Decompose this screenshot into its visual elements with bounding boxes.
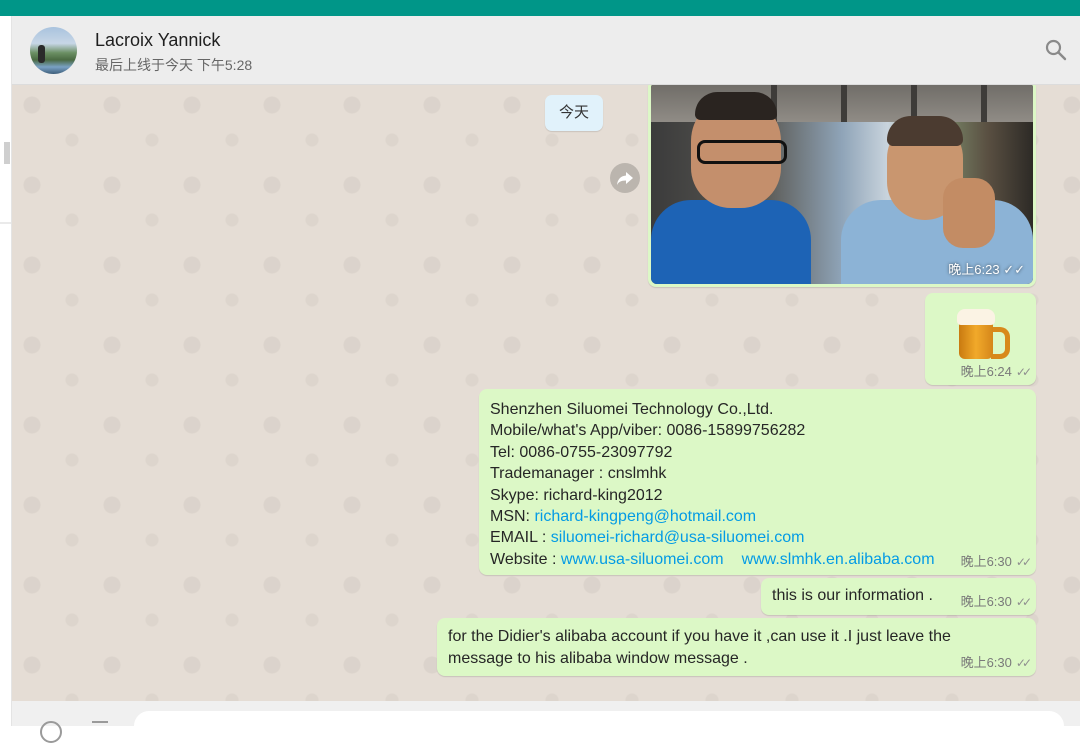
message-meta: 晚上6:24 ✓✓	[960, 361, 1032, 380]
message-meta: 晚上6:30 ✓✓	[960, 551, 1032, 570]
divider	[0, 222, 11, 224]
scrollbar-thumb[interactable]	[4, 142, 10, 164]
email-line: EMAIL : siluomei-richard@usa-siluomei.co…	[490, 527, 935, 548]
tel-line: Tel: 0086-0755-23097792	[490, 443, 673, 461]
message-text: for the Didier's alibaba account if you …	[448, 628, 951, 667]
read-receipt-icon: ✓✓	[1015, 595, 1032, 609]
message-time: 晚上6:30	[960, 554, 1012, 569]
forward-button[interactable]	[610, 163, 640, 193]
message-meta: 晚上6:30 ✓✓	[960, 652, 1032, 671]
message-composer	[12, 701, 1080, 743]
emoji-message[interactable]: 晚上6:24 ✓✓	[925, 293, 1036, 385]
read-receipt-icon: ✓✓	[1003, 262, 1025, 277]
contact-info-message[interactable]: Shenzhen Siluomei Technology Co.,Ltd. Mo…	[479, 389, 1036, 575]
chat-header: Lacroix Yannick 最后上线于今天 下午5:28	[12, 16, 1080, 85]
beer-mug-icon	[957, 307, 1010, 361]
website-label: Website :	[490, 550, 561, 568]
forward-icon	[617, 172, 633, 185]
chat-area[interactable]: 今天 晚上6:23 ✓✓ 晚上6:24 ✓✓ Shenzhen Siluomei…	[12, 85, 1080, 701]
message-time: 晚上6:30	[960, 594, 1012, 609]
contact-name[interactable]: Lacroix Yannick	[95, 30, 220, 51]
website-line: Website : www.usa-siluomei.com www.slmhk.…	[490, 549, 935, 570]
text-message[interactable]: this is our information . 晚上6:30 ✓✓	[761, 578, 1036, 615]
skype-line: Skype: richard-king2012	[490, 486, 663, 504]
search-icon	[1045, 39, 1067, 61]
mobile-line: Mobile/what's App/viber: 0086-1589975628…	[490, 422, 806, 440]
photo-message[interactable]: 晚上6:23 ✓✓	[648, 85, 1036, 287]
message-text: this is our information .	[772, 587, 933, 604]
website-link-usa[interactable]: www.usa-siluomei.com	[561, 551, 724, 568]
last-seen-status: 最后上线于今天 下午5:28	[95, 57, 253, 73]
read-receipt-icon: ✓✓	[1015, 656, 1032, 670]
website-link-alibaba[interactable]: www.slmhk.en.alibaba.com	[742, 551, 935, 568]
message-meta: 晚上6:30 ✓✓	[960, 591, 1032, 610]
email-link[interactable]: siluomei-richard@usa-siluomei.com	[551, 529, 805, 546]
date-divider: 今天	[545, 95, 603, 131]
attach-icon[interactable]	[92, 721, 108, 733]
trademanager-line: Trademanager : cnslmhk	[490, 465, 667, 483]
message-time: 晚上6:30	[960, 655, 1012, 670]
message-photo[interactable]: 晚上6:23 ✓✓	[651, 85, 1033, 284]
top-bar	[0, 0, 1080, 16]
company-line: Shenzhen Siluomei Technology Co.,Ltd.	[490, 401, 774, 418]
message-time: 晚上6:23	[948, 262, 1000, 277]
message-time: 晚上6:24	[960, 364, 1012, 379]
read-receipt-icon: ✓✓	[1015, 555, 1032, 569]
email-label: EMAIL :	[490, 529, 551, 547]
search-button[interactable]	[1044, 38, 1068, 62]
msn-line: MSN: richard-kingpeng@hotmail.com	[490, 506, 935, 527]
msn-label: MSN:	[490, 508, 535, 526]
read-receipt-icon: ✓✓	[1015, 365, 1032, 379]
emoji-icon[interactable]	[40, 721, 62, 743]
text-message[interactable]: for the Didier's alibaba account if you …	[437, 618, 1036, 676]
message-input[interactable]	[134, 711, 1064, 741]
left-pane-edge	[0, 16, 12, 726]
message-meta: 晚上6:23 ✓✓	[948, 259, 1025, 278]
msn-link[interactable]: richard-kingpeng@hotmail.com	[534, 508, 756, 525]
avatar[interactable]	[30, 27, 77, 74]
